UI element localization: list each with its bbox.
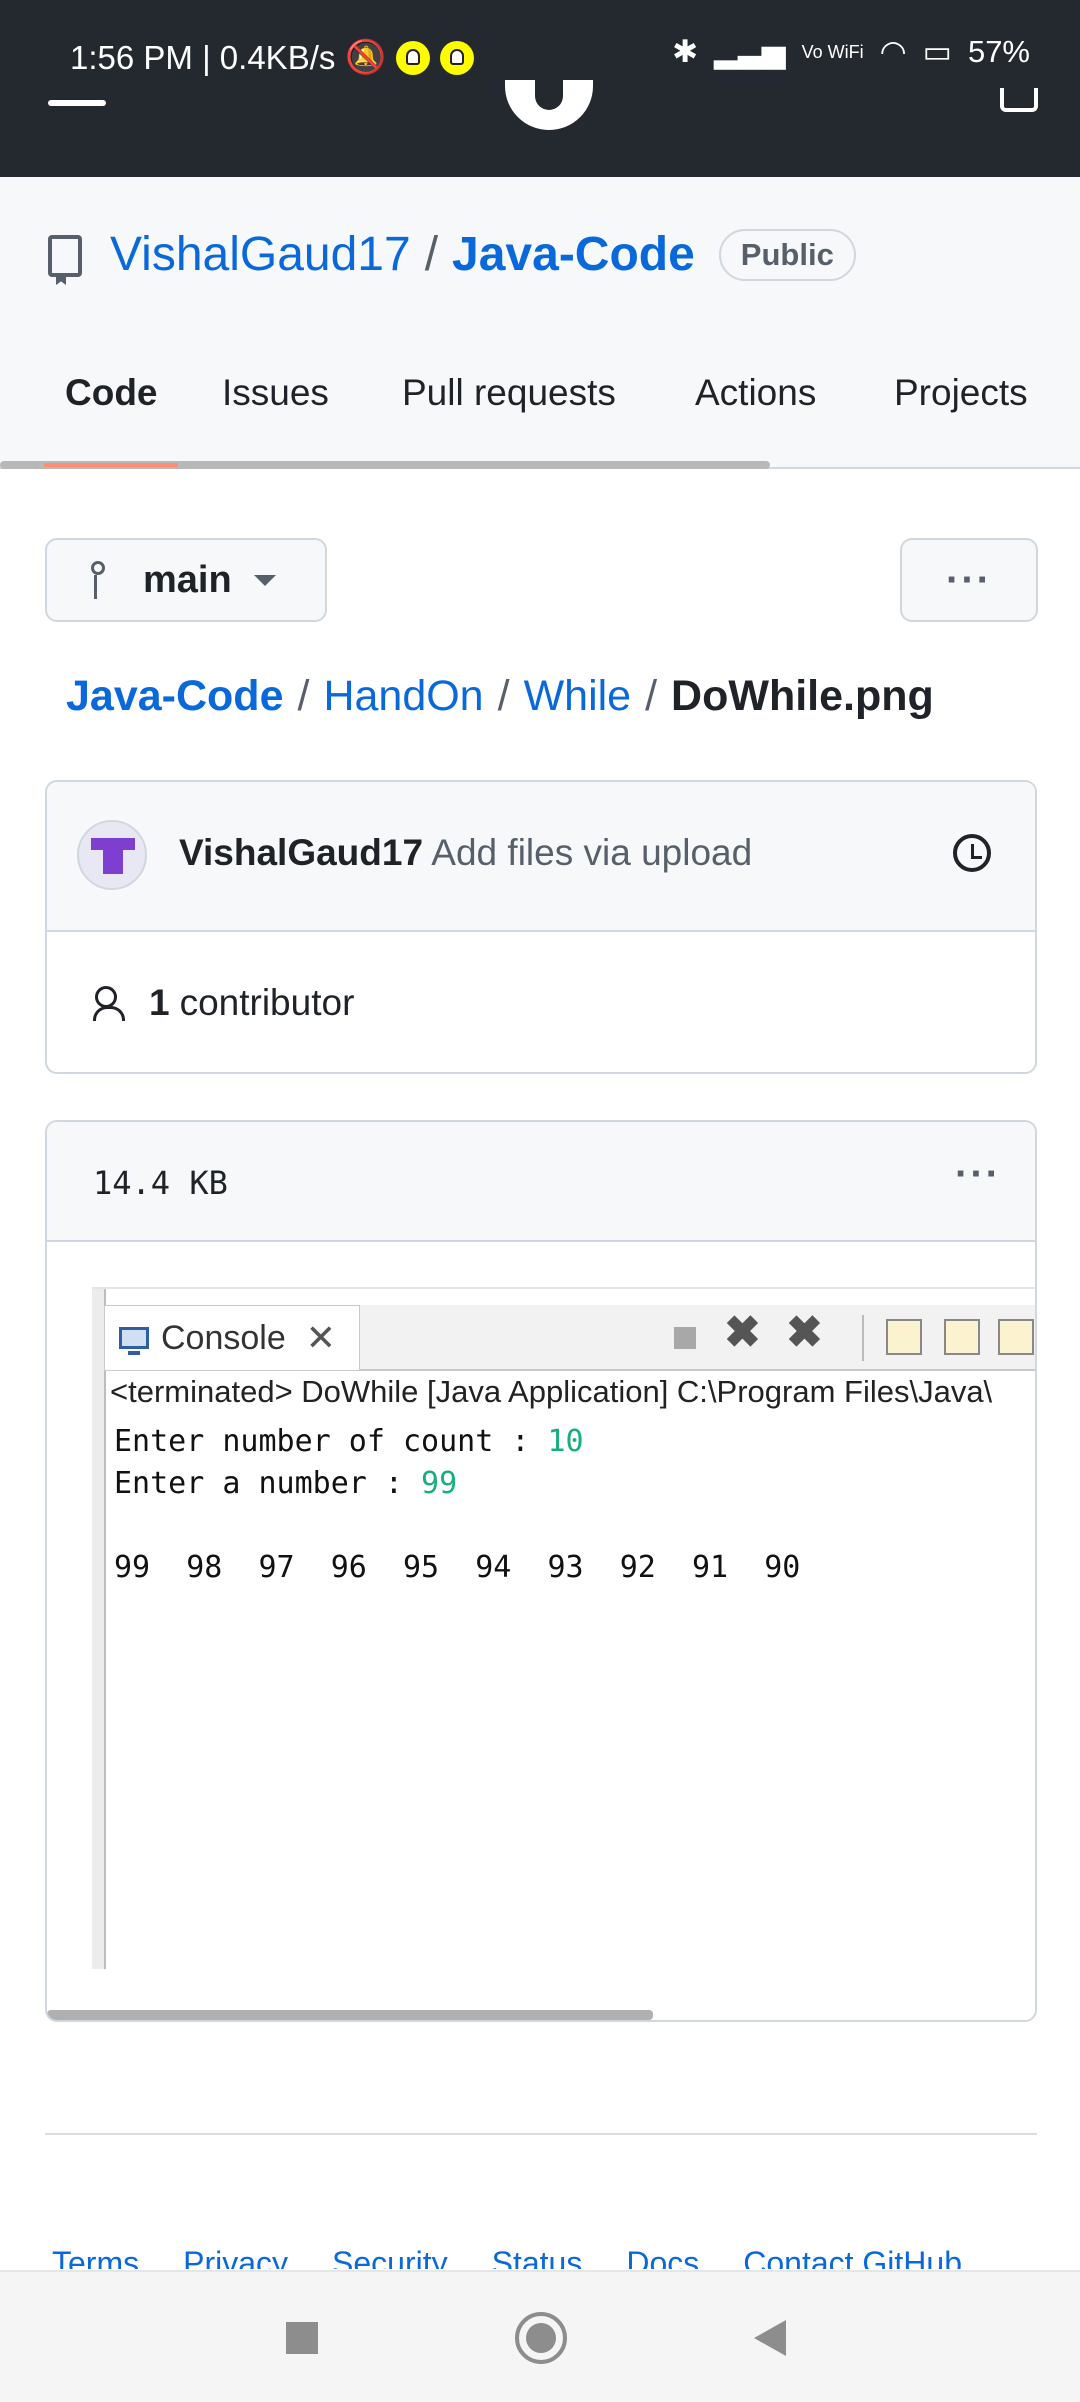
console-input-number: 99 bbox=[421, 1466, 458, 1501]
avatar[interactable] bbox=[77, 820, 147, 890]
status-time: 1:56 PM | 0.4KB/s bbox=[70, 38, 336, 76]
footer-link-status[interactable]: Status bbox=[492, 2245, 583, 2269]
console-output: Enter number of count : 10 Enter a numbe… bbox=[114, 1421, 800, 1589]
tab-projects[interactable]: Projects bbox=[894, 372, 1028, 414]
chevron-down-icon bbox=[253, 574, 276, 586]
horizontal-scrollbar[interactable] bbox=[47, 2010, 653, 2020]
repo-owner-link[interactable]: VishalGaud17 bbox=[110, 227, 411, 282]
file-size: 14.4 KB bbox=[93, 1164, 228, 1202]
breadcrumb-separator: / bbox=[297, 672, 310, 720]
breadcrumb-handon-link[interactable]: HandOn bbox=[323, 672, 483, 721]
home-icon[interactable] bbox=[515, 2312, 567, 2364]
breadcrumb-separator: / bbox=[497, 672, 510, 720]
github-logo-icon[interactable] bbox=[505, 80, 593, 130]
more-options-button[interactable]: ··· bbox=[900, 538, 1038, 622]
branch-selector-button[interactable]: main bbox=[45, 538, 327, 622]
breadcrumb-separator: / bbox=[645, 672, 658, 720]
wifi-icon: ◠ bbox=[879, 34, 907, 69]
close-icon: ✕ bbox=[305, 1317, 336, 1358]
commit-author-link[interactable]: VishalGaud17 bbox=[179, 832, 423, 873]
footer-link-contact[interactable]: Contact GitHub bbox=[743, 2245, 962, 2269]
terminate-icon bbox=[674, 1327, 696, 1349]
repo-icon bbox=[48, 235, 82, 277]
latest-commit-box: VishalGaud17 Add files via upload 1 cont… bbox=[45, 780, 1037, 1074]
visibility-badge: Public bbox=[718, 228, 856, 281]
status-left: 1:56 PM | 0.4KB/s 🔕 bbox=[70, 38, 475, 77]
tab-code[interactable]: Code bbox=[65, 372, 158, 414]
repo-path: VishalGaud17 / Java-Code Public bbox=[110, 227, 856, 282]
breadcrumb-current-file: DoWhile.png bbox=[671, 672, 934, 720]
console-prompt-number: Enter a number : bbox=[114, 1466, 422, 1501]
back-icon[interactable] bbox=[754, 2320, 786, 2356]
console-tab-bar: Console ✕ ✖ ✖ bbox=[104, 1305, 1035, 1371]
vowifi-label: Vo WiFi bbox=[801, 41, 864, 62]
menu-icon[interactable] bbox=[48, 100, 106, 106]
contributor-count: 1 bbox=[149, 982, 170, 1023]
tab-actions[interactable]: Actions bbox=[695, 372, 816, 414]
console-monitor-icon bbox=[119, 1327, 149, 1355]
console-terminated-line: <terminated> DoWhile [Java Application] … bbox=[110, 1374, 993, 1409]
signal-icon: ▂▃▅ bbox=[714, 34, 786, 69]
mute-bell-icon: 🔕 bbox=[345, 38, 387, 75]
file-image-preview: Console ✕ ✖ ✖ <terminated> DoWhile [Java… bbox=[92, 1287, 1035, 1969]
people-icon bbox=[93, 986, 139, 1021]
recents-icon[interactable] bbox=[286, 2322, 318, 2354]
console-input-count: 10 bbox=[547, 1424, 584, 1459]
commit-message-link[interactable]: Add files via upload bbox=[431, 832, 752, 873]
contributor-label: contributor bbox=[179, 982, 355, 1023]
word-wrap-icon bbox=[998, 1319, 1034, 1355]
breadcrumb: Java-Code / HandOn / While / DoWhile.png bbox=[66, 672, 934, 721]
footer-link-security[interactable]: Security bbox=[332, 2245, 448, 2269]
commit-header: VishalGaud17 Add files via upload bbox=[47, 782, 1035, 932]
status-bar: 1:56 PM | 0.4KB/s 🔕 ✱ ▂▃▅ Vo WiFi ◠ ▭ 57… bbox=[0, 0, 1080, 90]
snapchat-icon bbox=[396, 40, 431, 75]
repo-header: VishalGaud17 / Java-Code Public Code Iss… bbox=[0, 177, 1080, 469]
notifications-bell-icon[interactable] bbox=[1000, 88, 1038, 112]
toolbar-separator bbox=[862, 1315, 864, 1361]
contributors-link[interactable]: 1 contributor bbox=[93, 982, 354, 1024]
status-right: ✱ ▂▃▅ Vo WiFi ◠ ▭ 57% bbox=[672, 34, 1030, 70]
snapchat-icon bbox=[440, 40, 475, 75]
battery-icon: ▭ bbox=[922, 34, 952, 69]
footer-links: Terms Privacy Security Status Docs Conta… bbox=[52, 2245, 962, 2269]
clear-console-icon bbox=[886, 1319, 922, 1355]
file-more-options-button[interactable]: ··· bbox=[955, 1152, 1001, 1197]
git-branch-icon bbox=[91, 561, 117, 599]
footer-divider bbox=[45, 2133, 1037, 2135]
tab-pull-requests[interactable]: Pull requests bbox=[402, 372, 616, 414]
console-tab-label: Console bbox=[161, 1318, 286, 1357]
console-prompt-count: Enter number of count : bbox=[114, 1424, 548, 1459]
remove-all-launches-icon: ✖ bbox=[786, 1308, 823, 1357]
file-viewer: 14.4 KB ··· Console ✕ ✖ ✖ <terminated> D… bbox=[45, 1120, 1037, 2022]
footer-link-terms[interactable]: Terms bbox=[52, 2245, 139, 2269]
branch-name: main bbox=[143, 558, 232, 601]
bluetooth-icon: ✱ bbox=[672, 34, 699, 69]
active-tab-underline bbox=[44, 463, 178, 467]
breadcrumb-while-link[interactable]: While bbox=[524, 672, 632, 721]
battery-level: 57% bbox=[967, 34, 1030, 69]
android-nav-bar bbox=[0, 2270, 1080, 2402]
repo-path-separator: / bbox=[424, 228, 439, 281]
footer-link-privacy[interactable]: Privacy bbox=[183, 2245, 288, 2269]
remove-launch-icon: ✖ bbox=[724, 1308, 761, 1357]
scroll-lock-icon bbox=[944, 1319, 980, 1355]
console-tab: Console ✕ bbox=[104, 1305, 360, 1370]
file-header: 14.4 KB ··· bbox=[47, 1122, 1035, 1242]
breadcrumb-repo-link[interactable]: Java-Code bbox=[66, 672, 283, 721]
github-header: 1:56 PM | 0.4KB/s 🔕 ✱ ▂▃▅ Vo WiFi ◠ ▭ 57… bbox=[0, 0, 1080, 177]
tab-issues[interactable]: Issues bbox=[222, 372, 329, 414]
history-icon[interactable] bbox=[953, 834, 991, 872]
commit-summary: VishalGaud17 Add files via upload bbox=[179, 832, 752, 874]
footer-link-docs[interactable]: Docs bbox=[626, 2245, 699, 2269]
console-result-line: 99 98 97 96 95 94 93 92 91 90 bbox=[114, 1550, 801, 1585]
repo-name-link[interactable]: Java-Code bbox=[452, 227, 695, 282]
